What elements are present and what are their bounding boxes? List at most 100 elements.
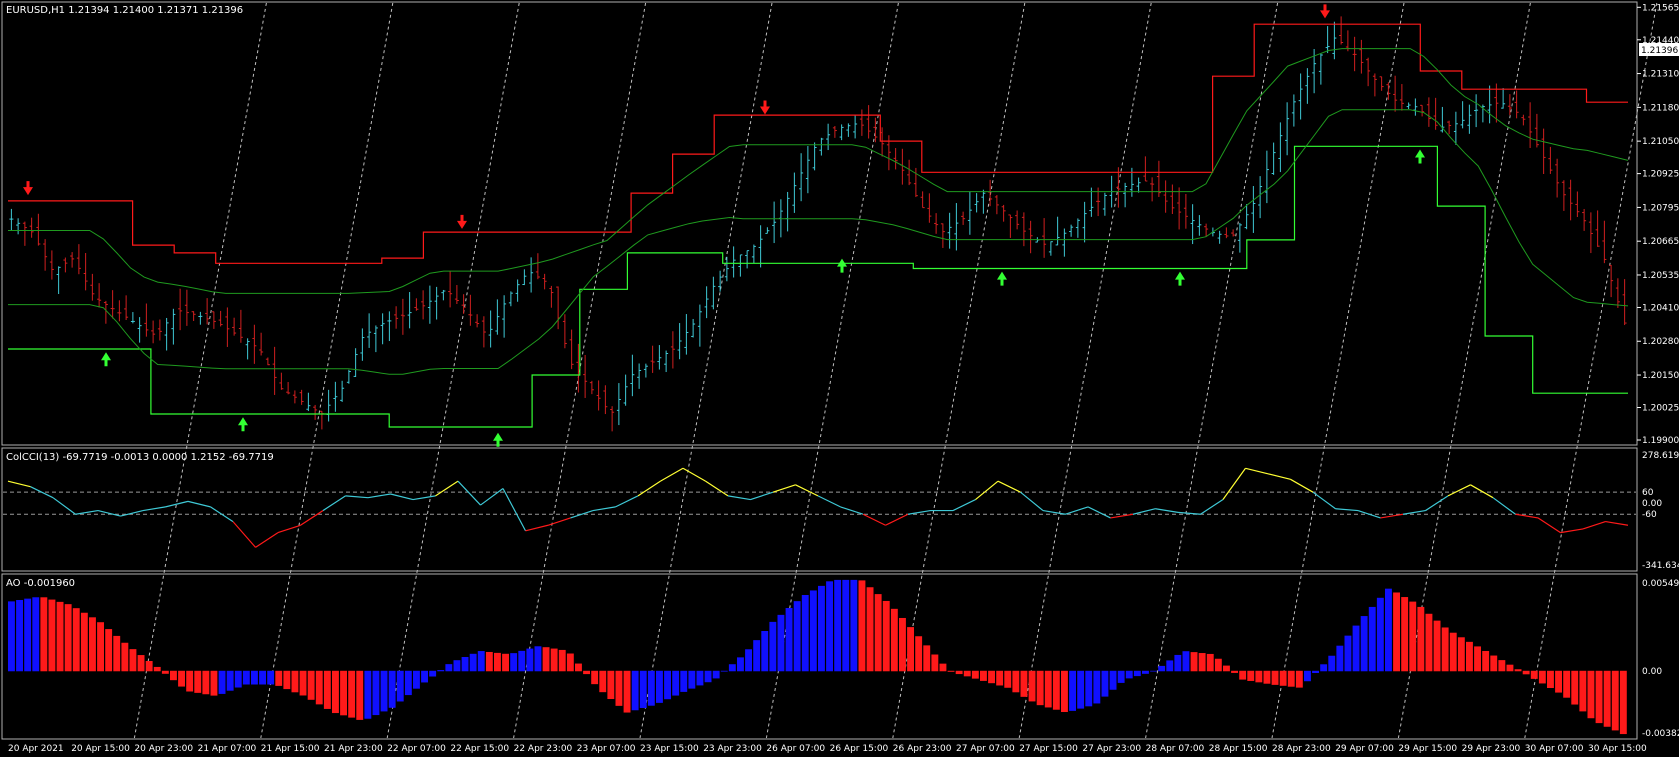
ao-bar [121,642,129,672]
ao-bar [915,636,923,672]
ao-bar [575,663,582,672]
ao-bar [259,670,266,685]
ao-bar [1555,670,1562,693]
ao-bar [866,587,874,672]
ao-bar [777,614,785,672]
ao-bar [1093,670,1101,704]
ao-bar [566,653,574,672]
ao-bar [858,580,866,672]
ao-bar [801,595,809,672]
ao-bar [656,670,663,703]
ao-bar [178,670,185,687]
time-tick-label: 27 Apr 07:00 [956,744,1015,754]
ao-bar [1433,620,1441,672]
ao-bar [955,670,963,675]
time-tick-label: 27 Apr 15:00 [1019,744,1078,754]
ao-bar [16,600,23,672]
ao-bar [1498,660,1506,672]
ao-bar [299,670,307,696]
ao-bar [1206,653,1214,672]
time-tick-label: 20 Apr 23:00 [134,744,193,754]
ao-bar [1255,670,1263,683]
ao-bar [1320,664,1328,672]
ao-tick-label: 0.00 [1642,667,1662,677]
ao-bar [1182,651,1190,672]
ao-bar [1336,645,1344,672]
ao-bar [283,670,291,690]
ao-bar [1166,660,1174,672]
ao-bar [1085,670,1093,707]
ao-bar [1563,670,1571,698]
ao-bar [469,653,477,672]
ao-bar [356,670,364,720]
trading-chart[interactable]: EURUSD,H1 1.21394 1.21400 1.21371 1.2139… [0,0,1679,757]
ao-bar [980,670,987,681]
ao-bar [1263,670,1271,684]
ao-bar [72,608,80,672]
ao-bar [129,649,137,672]
ao-bar [1603,670,1611,727]
time-tick-label: 22 Apr 07:00 [387,744,446,754]
price-tick-label: 1.20025 [1642,404,1679,414]
time-tick-label: 28 Apr 15:00 [1209,744,1268,754]
ao-bar [1457,637,1465,672]
ao-bar [1506,664,1514,672]
ao-bar [1385,588,1392,672]
time-tick-label: 26 Apr 07:00 [766,744,825,754]
ao-bar [453,660,461,672]
ao-bar [1441,627,1449,672]
ao-bar [24,598,32,672]
price-tick-label: 1.21310 [1642,70,1679,80]
time-tick-label: 29 Apr 07:00 [1335,744,1394,754]
ao-bar [80,612,88,672]
time-tick-label: 23 Apr 07:00 [577,744,636,754]
ao-bar [1352,625,1360,672]
ao-bar [1052,670,1060,710]
ao-bar [421,670,428,683]
ao-bar [64,604,72,672]
ao-bar [591,670,599,685]
ao-bar [1466,641,1473,672]
ao-bar [380,670,388,712]
time-tick-label: 21 Apr 23:00 [324,744,383,754]
ao-bar [1036,670,1044,706]
ao-bar [502,653,509,672]
ao-bar [1295,670,1303,688]
ao-bar [1619,670,1627,735]
ao-bar [1239,670,1247,680]
ao-bar [32,597,40,672]
ao-bar [728,664,736,672]
ao-bar [477,651,485,672]
ao-bar [8,601,15,672]
ao-bar [518,650,526,672]
ao-bar [348,670,356,718]
time-tick-label: 22 Apr 23:00 [514,744,573,754]
ao-bar [1538,670,1546,684]
price-tick-label: 1.21565 [1642,3,1679,13]
ao-bar [615,670,623,706]
ao-bar [267,670,275,685]
ao-bar [485,651,493,672]
ao-bar [202,670,210,695]
ao-bar [1279,670,1287,686]
cci-tick-label: -341.634 [1642,561,1679,571]
ao-bar [907,627,914,672]
ao-bar [396,670,404,702]
ao-bar [1231,670,1238,673]
ao-bar [105,629,113,672]
ao-bar [793,601,801,672]
ao-bar [510,653,518,672]
time-tick-label: 20 Apr 2021 [8,744,64,754]
ao-bar [1611,670,1619,731]
price-tick-label: 1.20535 [1642,271,1679,281]
ao-bar [599,670,607,693]
ao-bar [996,670,1004,686]
ao-bar [413,670,420,689]
price-tick-label: 1.20795 [1642,203,1679,213]
ao-bar [1393,592,1400,672]
ao-bar [1247,670,1255,681]
ao-bar [704,670,712,683]
ao-bar [1409,601,1417,672]
ao-bar [963,670,971,677]
ao-bar [1417,606,1425,672]
